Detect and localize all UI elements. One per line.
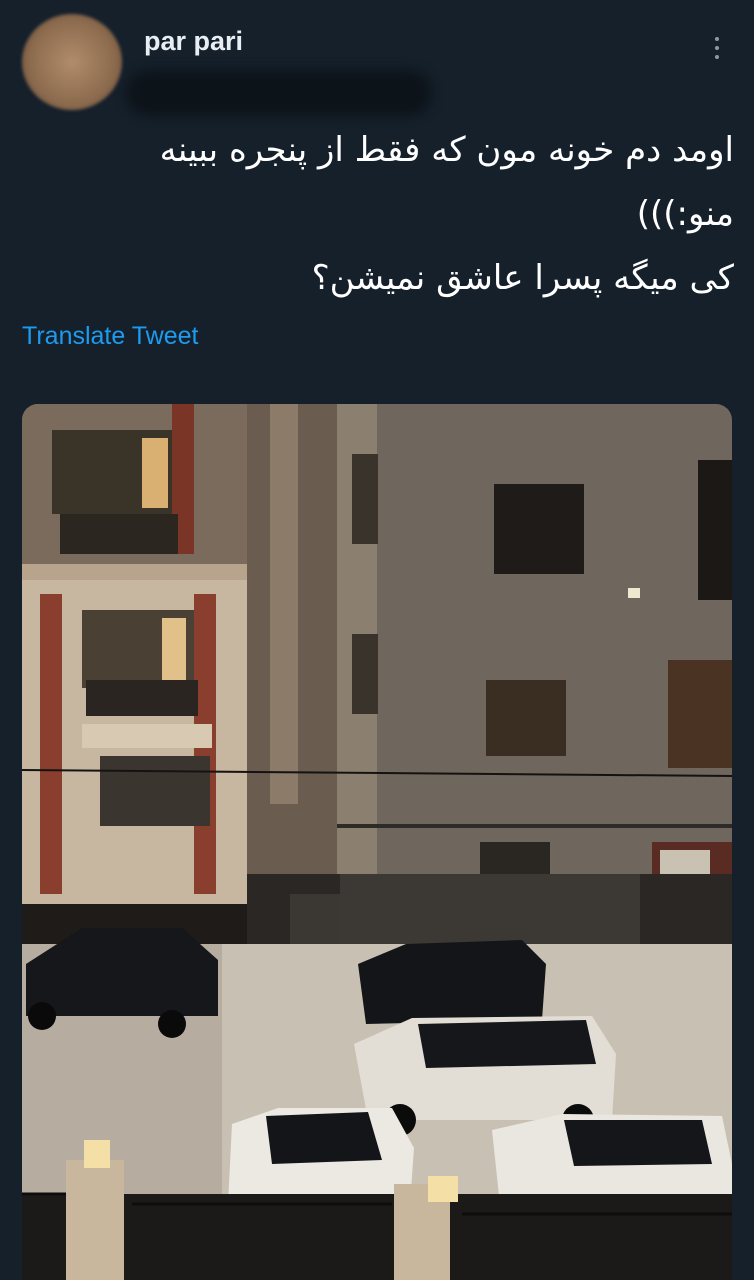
avatar[interactable]: [22, 14, 122, 110]
street-night-photo: [22, 404, 732, 1280]
handle-redacted: [126, 70, 432, 116]
display-name[interactable]: par pari: [144, 26, 243, 57]
tweet-text-line: کی میگه پسرا عاشق نمیشن؟: [311, 258, 734, 298]
translate-tweet-link[interactable]: Translate Tweet: [22, 322, 198, 351]
tweet-text: اومد دم خونه مون که فقط از پنجره ببینه م…: [22, 118, 734, 310]
more-vertical-icon: [715, 37, 719, 41]
tweet-media-photo[interactable]: [22, 404, 732, 1280]
tweet-text-line: اومد دم خونه مون که فقط از پنجره ببینه: [159, 130, 734, 170]
more-vertical-icon-dot: [715, 46, 719, 50]
more-options-button[interactable]: [704, 28, 730, 68]
more-vertical-icon-dot: [715, 55, 719, 59]
tweet-text-line: منو:))): [636, 194, 734, 234]
